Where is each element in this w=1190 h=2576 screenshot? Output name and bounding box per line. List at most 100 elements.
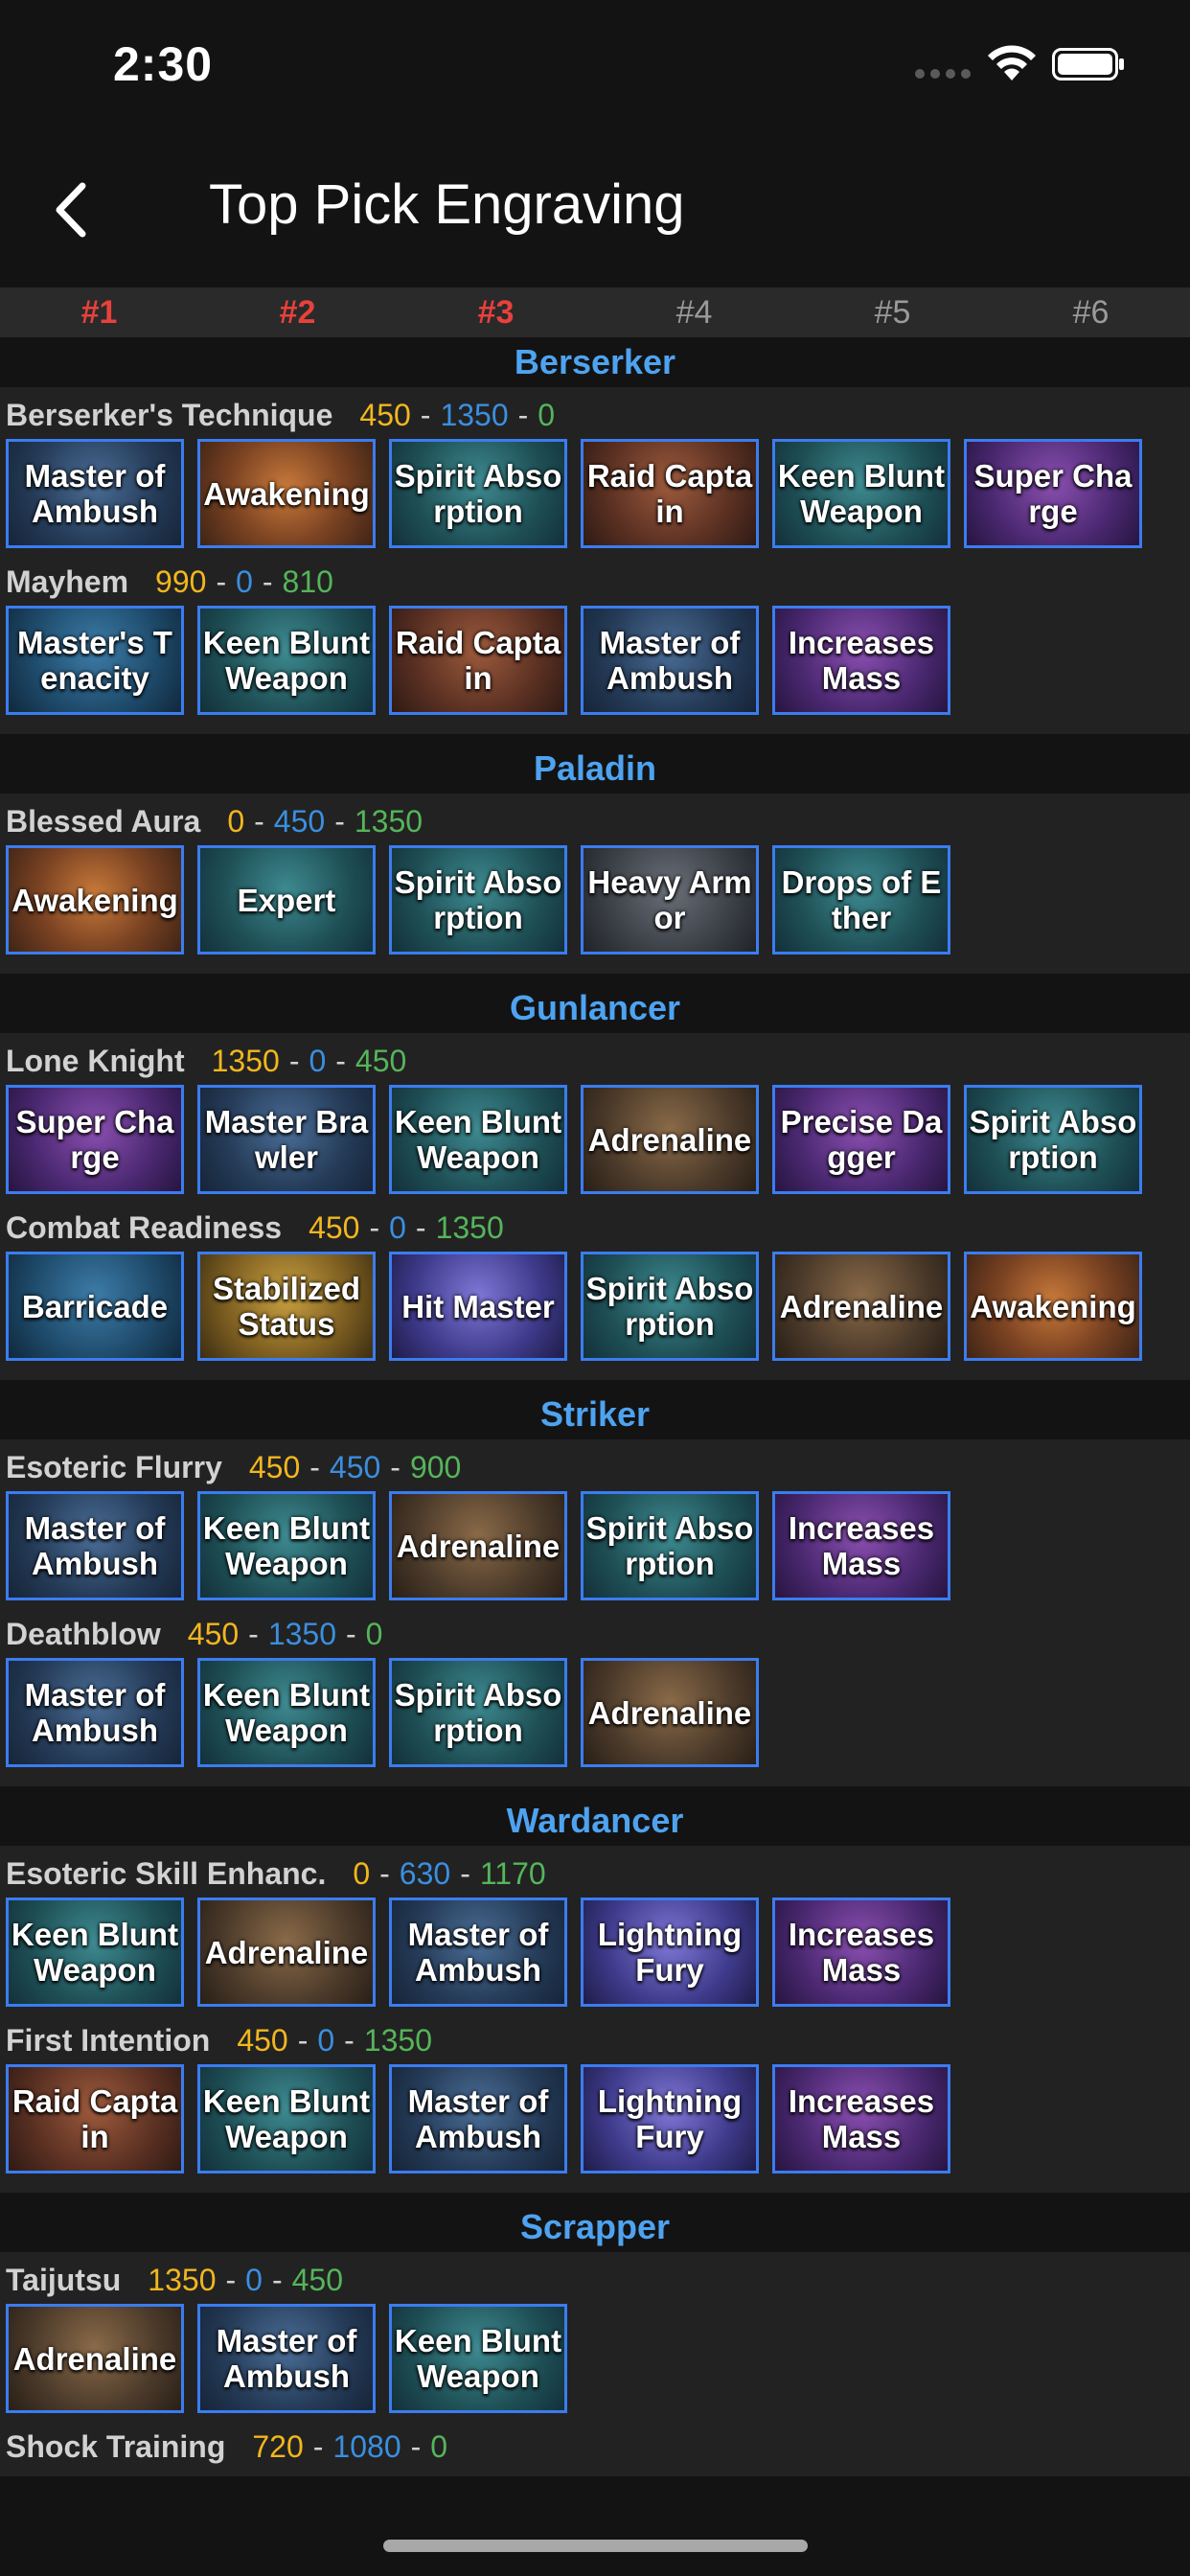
engraving-tile[interactable]: Adrenaline	[6, 2304, 184, 2413]
separator: -	[271, 2263, 283, 2297]
engraving-tile[interactable]: Adrenaline	[389, 1491, 567, 1600]
separator: -	[309, 1450, 320, 1484]
build-header: Deathblow 450-1350-0	[0, 1610, 1190, 1658]
separator: -	[335, 1044, 346, 1078]
build-header: Lone Knight 1350-0-450	[0, 1037, 1190, 1085]
engraving-tile[interactable]: Raid Captain	[581, 439, 759, 548]
build-header: First Intention 450-0-1350	[0, 2016, 1190, 2064]
class-section: Striker Esoteric Flurry 450-450-900 Master …	[0, 1390, 1190, 1786]
stat-value-3: 1350	[363, 2023, 432, 2058]
stat-value-2: 450	[273, 804, 326, 839]
separator: -	[344, 2023, 355, 2058]
engraving-tile[interactable]: Increases Mass	[772, 606, 950, 715]
tab-rank-5[interactable]: #5	[793, 288, 992, 337]
engraving-tile[interactable]: Keen Blunt Weapon	[197, 1658, 376, 1767]
class-section: Paladin Blessed Aura 0-450-1350 Awakening Ex…	[0, 744, 1190, 974]
engraving-tile[interactable]: Barricade	[6, 1252, 184, 1361]
engraving-tile[interactable]: Keen Blunt Weapon	[6, 1898, 184, 2007]
engraving-tile[interactable]: Master of Ambush	[581, 606, 759, 715]
engraving-tile[interactable]: Lightning Fury	[581, 2064, 759, 2174]
separator: -	[216, 564, 227, 599]
engraving-tile[interactable]: Keen Blunt Weapon	[197, 606, 376, 715]
build-name: Combat Readiness	[6, 1210, 283, 1245]
engraving-tile[interactable]: Adrenaline	[581, 1085, 759, 1194]
build-header: Berserker's Technique 450-1350-0	[0, 391, 1190, 439]
stat-value-2: 1350	[440, 398, 509, 432]
engraving-tile[interactable]: Awakening	[6, 845, 184, 954]
engraving-tile[interactable]: Keen Blunt Weapon	[389, 2304, 567, 2413]
stat-value-1: 450	[237, 2023, 288, 2058]
engraving-tile[interactable]: Master of Ambush	[6, 1658, 184, 1767]
build-header: Blessed Aura 0-450-1350	[0, 797, 1190, 845]
engraving-tile[interactable]: Adrenaline	[197, 1898, 376, 2007]
engraving-tile[interactable]: Master of Ambush	[6, 1491, 184, 1600]
engraving-tile[interactable]: Hit Master	[389, 1252, 567, 1361]
tab-rank-1[interactable]: #1	[0, 288, 198, 337]
engraving-tile[interactable]: Awakening	[964, 1252, 1142, 1361]
class-builds: Blessed Aura 0-450-1350 Awakening Expert Spi…	[0, 794, 1190, 974]
separator: -	[346, 1617, 356, 1651]
build-row: Berserker's Technique 450-1350-0 Master of…	[0, 387, 1190, 554]
battery-icon	[1052, 48, 1124, 80]
engraving-tile[interactable]: Awakening	[197, 439, 376, 548]
engraving-tile[interactable]: Spirit Absorption	[389, 1658, 567, 1767]
separator: -	[288, 1044, 300, 1078]
class-list: Berserker Berserker's Technique 450-1350-0…	[0, 337, 1190, 2476]
engraving-tiles: Super Charge Master Brawler Keen Blunt Wea…	[0, 1085, 1190, 1200]
build-name: Esoteric Skill Enhanc.	[6, 1856, 327, 1891]
engraving-tile[interactable]: Adrenaline	[581, 1658, 759, 1767]
back-chevron-icon[interactable]	[38, 176, 105, 243]
build-row: Shock Training 720-1080-0	[0, 2419, 1190, 2471]
engraving-tile[interactable]: Increases Mass	[772, 2064, 950, 2174]
build-header: Esoteric Flurry 450-450-900	[0, 1443, 1190, 1491]
engraving-tile[interactable]: Increases Mass	[772, 1491, 950, 1600]
engraving-tile[interactable]: Precise Dagger	[772, 1085, 950, 1194]
engraving-tile[interactable]: Super Charge	[6, 1085, 184, 1194]
engraving-tile[interactable]: Adrenaline	[772, 1252, 950, 1361]
engraving-tile[interactable]: Spirit Absorption	[581, 1252, 759, 1361]
engraving-tile[interactable]: Master's Tenacity	[6, 606, 184, 715]
stat-value-3: 810	[282, 564, 333, 599]
engraving-tile[interactable]: Master of Ambush	[197, 2304, 376, 2413]
engraving-tile[interactable]: Master of Ambush	[389, 2064, 567, 2174]
stat-value-2: 450	[329, 1450, 381, 1484]
tab-rank-3[interactable]: #3	[397, 288, 595, 337]
engraving-tile[interactable]: Drops of Ether	[772, 845, 950, 954]
engraving-tile[interactable]: Raid Captain	[6, 2064, 184, 2174]
separator: -	[312, 2429, 324, 2464]
stat-value-3: 900	[409, 1450, 462, 1484]
engraving-tile[interactable]: Heavy Armor	[581, 845, 759, 954]
engraving-tile[interactable]: Spirit Absorption	[389, 439, 567, 548]
engraving-tile[interactable]: Spirit Absorption	[964, 1085, 1142, 1194]
engraving-tile[interactable]: Master of Ambush	[6, 439, 184, 548]
build-row: Blessed Aura 0-450-1350 Awakening Expert Spi…	[0, 794, 1190, 960]
tab-rank-6[interactable]: #6	[992, 288, 1190, 337]
engraving-tile[interactable]: Master of Ambush	[389, 1898, 567, 2007]
engraving-tile[interactable]: Master Brawler	[197, 1085, 376, 1194]
build-name: Lone Knight	[6, 1044, 185, 1078]
engraving-tile[interactable]: Increases Mass	[772, 1898, 950, 2007]
stat-value-2: 0	[245, 2263, 263, 2297]
page-title: Top Pick Engraving	[209, 173, 685, 236]
engraving-tile[interactable]: Spirit Absorption	[581, 1491, 759, 1600]
build-header: Mayhem 990-0-810	[0, 558, 1190, 606]
stat-value-1: 990	[155, 564, 207, 599]
engraving-tile[interactable]: Super Charge	[964, 439, 1142, 548]
engraving-tile[interactable]: Expert	[197, 845, 376, 954]
build-name: Esoteric Flurry	[6, 1450, 222, 1484]
engraving-tile[interactable]: Keen Blunt Weapon	[772, 439, 950, 548]
class-header: Paladin	[0, 744, 1190, 794]
engraving-tile[interactable]: Keen Blunt Weapon	[197, 2064, 376, 2174]
engraving-tile[interactable]: Raid Captain	[389, 606, 567, 715]
engraving-tile[interactable]: Stabilized Status	[197, 1252, 376, 1361]
tab-rank-4[interactable]: #4	[595, 288, 793, 337]
stat-value-3: 1170	[479, 1856, 546, 1891]
engraving-tile[interactable]: Keen Blunt Weapon	[197, 1491, 376, 1600]
engraving-tile[interactable]: Keen Blunt Weapon	[389, 1085, 567, 1194]
separator: -	[297, 2023, 309, 2058]
class-builds: Esoteric Flurry 450-450-900 Master of Ambu…	[0, 1439, 1190, 1786]
engraving-tile[interactable]: Lightning Fury	[581, 1898, 759, 2007]
tab-rank-2[interactable]: #2	[198, 288, 397, 337]
cellular-signal-icon	[915, 69, 971, 79]
engraving-tile[interactable]: Spirit Absorption	[389, 845, 567, 954]
